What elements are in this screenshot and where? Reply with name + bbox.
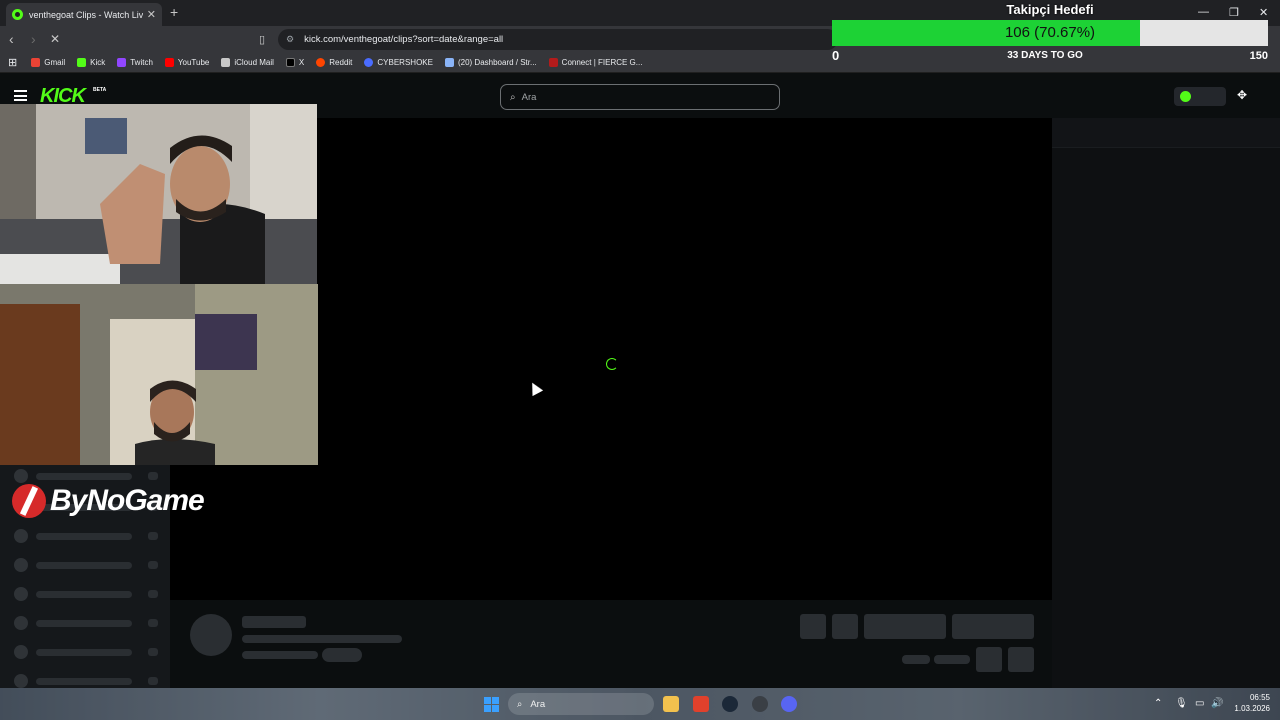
microphone-icon[interactable]: 🎙 bbox=[1175, 698, 1188, 709]
kick-k-icon bbox=[1180, 91, 1191, 102]
sidebar-skeleton-item bbox=[14, 558, 164, 572]
bookmark-fierce[interactable]: Connect | FIERCE G... bbox=[548, 58, 642, 67]
name-skeleton bbox=[242, 616, 306, 628]
hamburger-menu-icon[interactable] bbox=[14, 90, 27, 101]
button-skeleton bbox=[832, 614, 858, 639]
button-skeleton bbox=[1008, 647, 1034, 672]
sidebar-skeleton-item bbox=[14, 529, 164, 543]
kick-icon bbox=[77, 58, 87, 67]
more-menu-icon[interactable]: ✥ bbox=[1237, 88, 1247, 102]
steam-icon[interactable] bbox=[722, 696, 738, 712]
avatar-skeleton bbox=[190, 614, 232, 656]
x-icon bbox=[285, 58, 295, 67]
sidebar-skeleton-item bbox=[14, 469, 164, 483]
bookmark-dashboard[interactable]: (20) Dashboard / Str... bbox=[444, 58, 537, 67]
address-bar[interactable]: ⚙ kick.com/venthegoat/clips?sort=date&ra… bbox=[278, 29, 838, 50]
button-skeleton bbox=[864, 614, 946, 639]
discord-icon[interactable] bbox=[781, 696, 797, 712]
beta-badge: BETA bbox=[93, 87, 107, 93]
bookmark-kick[interactable]: Kick bbox=[77, 58, 105, 67]
start-button-icon[interactable] bbox=[484, 697, 499, 712]
search-icon: ⌕ bbox=[510, 91, 516, 103]
loading-spinner-icon bbox=[606, 358, 618, 370]
taskbar-clock[interactable]: 06:55 1.03.2026 bbox=[1222, 692, 1270, 714]
chat-panel-loading bbox=[1052, 118, 1280, 688]
sidebar-skeleton-item bbox=[14, 645, 164, 659]
button-skeleton bbox=[800, 614, 826, 639]
taskbar-search[interactable]: ⌕ Ara bbox=[508, 693, 654, 715]
back-icon[interactable]: ‹ bbox=[9, 31, 14, 47]
apple-icon bbox=[221, 58, 231, 67]
stop-loading-icon[interactable]: ✕ bbox=[50, 32, 60, 46]
new-tab-button[interactable]: + bbox=[170, 4, 178, 20]
sidebar-skeleton-item bbox=[14, 674, 164, 688]
fierce-icon bbox=[548, 58, 558, 67]
title-skeleton bbox=[242, 635, 402, 643]
goal-max: 150 bbox=[1249, 50, 1268, 62]
stat-skeleton bbox=[902, 655, 930, 664]
bookmark-icon[interactable]: ▯ bbox=[259, 33, 265, 46]
tray-overflow-icon[interactable]: ⌃ bbox=[1154, 698, 1162, 709]
search-icon: ⌕ bbox=[517, 698, 523, 710]
webcam-streamer bbox=[0, 104, 317, 284]
follower-goal-widget: Takipçi Hedefi 106 (70.67%) 0 33 DAYS TO… bbox=[832, 0, 1268, 66]
tab-title: venthegoat Clips - Watch Live o bbox=[29, 9, 143, 20]
dashboard-icon bbox=[444, 58, 454, 67]
search-placeholder: Ara bbox=[521, 91, 537, 103]
goal-title: Takipçi Hedefi bbox=[1006, 2, 1094, 17]
clock-time: 06:55 bbox=[1249, 693, 1270, 702]
apps-grid-icon[interactable]: ⊞ bbox=[8, 56, 17, 69]
bookmark-x[interactable]: X bbox=[285, 58, 304, 67]
gmail-icon bbox=[31, 58, 41, 67]
url-text: kick.com/venthegoat/clips?sort=date&rang… bbox=[304, 34, 504, 45]
tag-skeleton bbox=[322, 648, 362, 662]
sidebar-skeleton-item bbox=[14, 587, 164, 601]
screen: venthegoat Clips - Watch Live o ✕ + — ❐ … bbox=[0, 0, 1280, 720]
bookmark-icloud-mail[interactable]: iCloud Mail bbox=[221, 58, 274, 67]
close-tab-icon[interactable]: ✕ bbox=[147, 8, 156, 21]
youtube-icon bbox=[164, 58, 174, 67]
bookmark-youtube[interactable]: YouTube bbox=[164, 58, 209, 67]
site-info-icon[interactable]: ⚙ bbox=[286, 34, 294, 45]
bookmark-gmail[interactable]: Gmail bbox=[31, 58, 65, 67]
reddit-icon bbox=[316, 58, 326, 67]
sponsor-overlay: ByNoGame bbox=[12, 484, 205, 518]
bookmark-reddit[interactable]: Reddit bbox=[316, 58, 352, 67]
cybershoke-icon bbox=[364, 58, 374, 67]
file-explorer-icon[interactable] bbox=[663, 696, 679, 712]
browser-tab[interactable]: venthegoat Clips - Watch Live o ✕ bbox=[6, 3, 162, 26]
sidebar-skeleton-item bbox=[14, 616, 164, 630]
account-button[interactable] bbox=[1174, 87, 1226, 106]
sponsor-text: ByNoGame bbox=[50, 484, 205, 517]
goal-days-remaining: 33 DAYS TO GO bbox=[1007, 50, 1083, 61]
bookmark-cybershoke[interactable]: CYBERSHOKE bbox=[364, 58, 433, 67]
twitch-icon bbox=[117, 58, 127, 67]
windows-taskbar: ⌕ Ara ⌃ 🎙 ▭ 🔊 06:55 1.03.2026 bbox=[0, 688, 1280, 720]
bookmark-twitch[interactable]: Twitch bbox=[117, 58, 153, 67]
button-skeleton bbox=[976, 647, 1002, 672]
chat-header-skeleton bbox=[1052, 118, 1280, 148]
goal-value: 106 (70.67%) bbox=[1004, 24, 1096, 41]
stat-skeleton bbox=[934, 655, 970, 664]
site-search-input[interactable]: ⌕ Ara bbox=[500, 84, 780, 110]
app-icon[interactable] bbox=[752, 696, 768, 712]
webcam-guest bbox=[0, 284, 318, 465]
brave-icon[interactable] bbox=[693, 696, 709, 712]
category-skeleton bbox=[242, 651, 318, 659]
forward-icon[interactable]: › bbox=[31, 31, 36, 47]
kick-favicon-icon bbox=[12, 9, 23, 20]
clock-date: 1.03.2026 bbox=[1234, 704, 1270, 713]
display-icon[interactable]: ▭ bbox=[1195, 698, 1204, 709]
button-skeleton bbox=[952, 614, 1034, 639]
taskbar-search-placeholder: Ara bbox=[530, 698, 546, 710]
bynogame-logo-icon bbox=[12, 484, 46, 518]
channel-info-loading bbox=[170, 600, 1052, 688]
goal-progress-bar: 106 (70.67%) bbox=[832, 20, 1268, 46]
